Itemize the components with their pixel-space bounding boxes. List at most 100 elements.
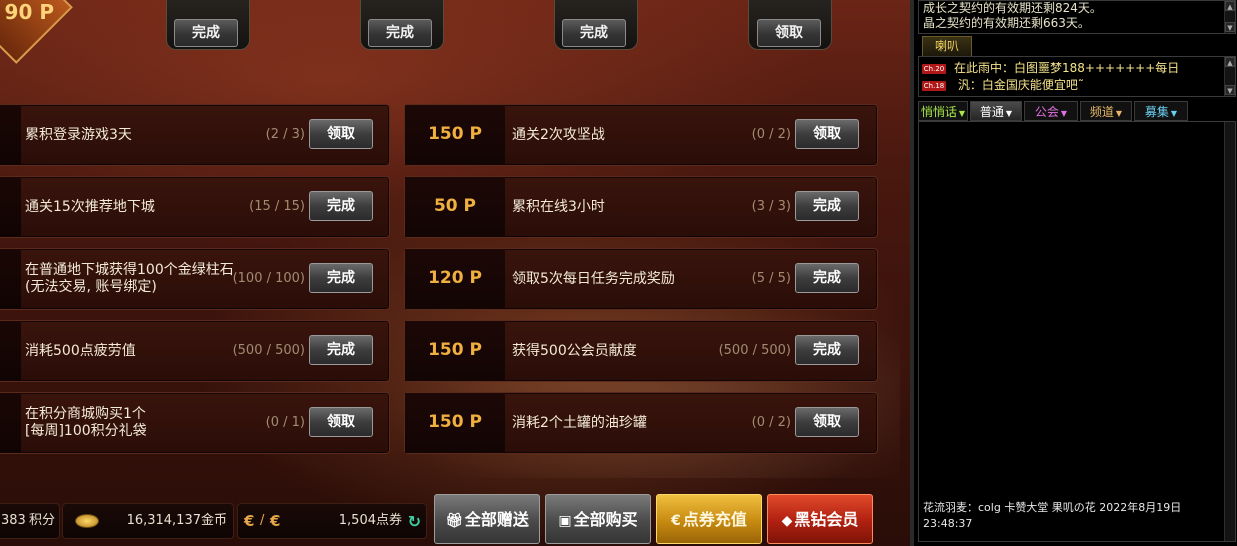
tab-guild[interactable]: 公会 ▼: [1024, 101, 1078, 121]
task-title: 累积登录游戏3天: [25, 126, 132, 143]
task-title: 消耗2个土罐的油珍罐: [512, 414, 647, 431]
recharge-button[interactable]: € 点券充值: [656, 494, 762, 544]
task-points: 50 P: [405, 177, 505, 237]
system-line: 晶之契约的有效期还剩663天。: [923, 16, 1090, 30]
tab-recruit[interactable]: 募集 ▼: [1134, 101, 1188, 121]
refresh-icon[interactable]: ↻: [408, 505, 421, 539]
task-progress: (3 / 3): [751, 199, 791, 214]
tab-label: 公会: [1034, 105, 1059, 119]
tab-speaker[interactable]: 喇叭: [922, 36, 972, 56]
ticket-icon: €: [270, 512, 281, 530]
chat-panel: 成长之契约的有效期还剩824天。 晶之契约的有效期还剩663天。 ▲ ▼ 喇叭 …: [910, 0, 1237, 546]
task-progress: (2 / 3): [265, 127, 305, 142]
recharge-label: 点券充值: [682, 510, 747, 529]
gold-value: 16,314,137金币: [126, 513, 227, 528]
chat-message: 花流羽麦：colg 卡赞大堂 果叽の花 2022年8月19日23:48:37: [923, 501, 1182, 530]
channel-badge: Ch.18: [922, 80, 946, 91]
ticket-icon: €: [244, 512, 255, 530]
task-title: 通关2次攻坚战: [512, 126, 605, 143]
points-badge: 90 P: [4, 0, 54, 24]
chat-log: 花流羽麦：colg 卡赞大堂 果叽の花 2022年8月19日23:48:37: [918, 121, 1236, 542]
task-action-button[interactable]: 完成: [309, 263, 373, 293]
task-action-button[interactable]: 领取: [795, 407, 859, 437]
game-panel: 90 P 完成 完成 完成 领取 累积登录游戏3天 (2 / 3) 领取 通关1…: [0, 0, 910, 546]
tab-whisper[interactable]: 悄悄话 ▼: [918, 101, 968, 121]
gift-icon: 🎁︎: [445, 513, 463, 529]
channel-badge: Ch.20: [922, 63, 946, 74]
task-points-cell: [0, 177, 21, 237]
scroll-up-icon[interactable]: ▲: [1225, 1, 1235, 11]
task-progress: (500 / 500): [718, 343, 791, 358]
buy-all-label: 全部购买: [573, 510, 638, 529]
speaker-scrollbar[interactable]: ▲ ▼: [1224, 57, 1235, 96]
tab-channel[interactable]: 频道 ▼: [1080, 101, 1132, 121]
task-title: 消耗500点疲劳值: [25, 342, 136, 359]
system-messages: 成长之契约的有效期还剩824天。 晶之契约的有效期还剩663天。: [918, 0, 1236, 34]
task-action-button[interactable]: 完成: [795, 263, 859, 293]
task-progress: (0 / 2): [751, 415, 791, 430]
task-title: 领取5次每日任务完成奖励: [512, 270, 675, 287]
gift-all-button[interactable]: 🎁︎ 全部赠送: [434, 494, 540, 544]
task-progress: (0 / 2): [751, 127, 791, 142]
task-row: 150 P 通关2次攻坚战 (0 / 2) 领取: [404, 104, 878, 166]
chat-tabs: 悄悄话 ▼ 普通 ▼ 公会 ▼ 频道 ▼ 募集 ▼: [918, 101, 1236, 121]
buy-all-button[interactable]: ▣ 全部购买: [545, 494, 651, 544]
task-title: 累积在线3小时: [512, 198, 605, 215]
task-title: 在积分商城购买1个 [每周]100积分礼袋: [25, 406, 147, 439]
task-action-button[interactable]: 领取: [309, 119, 373, 149]
task-points-cell: [0, 249, 21, 309]
speaker-text: 汎：白金国庆能便宜吧˜: [954, 78, 1084, 92]
caret-down-icon: ▼: [1170, 109, 1178, 118]
black-diamond-button[interactable]: ◆ 黑钻会员: [767, 494, 873, 544]
tab-label: 悄悄话: [920, 105, 957, 119]
tab-label: 普通: [979, 105, 1004, 119]
tab-normal[interactable]: 普通 ▼: [970, 101, 1022, 121]
task-title: 通关15次推荐地下城: [25, 198, 155, 215]
scroll-up-icon[interactable]: ▲: [1225, 57, 1235, 67]
caret-down-icon: ▼: [1005, 109, 1013, 118]
task-action-button[interactable]: 完成: [309, 335, 373, 365]
task-row: 在积分商城购买1个 [每周]100积分礼袋 (0 / 1) 领取: [0, 392, 390, 454]
task-action-button[interactable]: 完成: [795, 335, 859, 365]
ticket-icon: €: [671, 513, 681, 529]
system-scrollbar[interactable]: ▲ ▼: [1224, 1, 1235, 33]
cart-icon: ▣: [558, 513, 572, 529]
task-action-button[interactable]: 领取: [795, 119, 859, 149]
points-label: 积分: [29, 513, 56, 528]
task-action-button[interactable]: 领取: [309, 407, 373, 437]
task-points: 150 P: [405, 321, 505, 381]
task-row: 50 P 累积在线3小时 (3 / 3) 完成: [404, 176, 878, 238]
reward-complete-button[interactable]: 完成: [174, 19, 238, 47]
speaker-text: 在此雨中：白图噩梦188+++++++每日: [954, 61, 1180, 75]
task-progress: (15 / 15): [249, 199, 305, 214]
scroll-down-icon[interactable]: ▼: [1225, 85, 1235, 95]
task-row: 通关15次推荐地下城 (15 / 15) 完成: [0, 176, 390, 238]
black-diamond-label: 黑钻会员: [794, 510, 859, 529]
task-progress: (500 / 500): [232, 343, 305, 358]
task-action-button[interactable]: 完成: [309, 191, 373, 221]
speaker-messages: Ch.20 在此雨中：白图噩梦188+++++++每日 Ch.18 汎：白金国庆能…: [918, 56, 1236, 97]
chat-scrollbar[interactable]: [1224, 122, 1235, 541]
task-row: 累积登录游戏3天 (2 / 3) 领取: [0, 104, 390, 166]
task-row: 150 P 获得500公会员献度 (500 / 500) 完成: [404, 320, 878, 382]
reward-complete-button[interactable]: 完成: [368, 19, 432, 47]
task-points: 150 P: [405, 105, 505, 165]
coupons-value: 1,504点券: [338, 513, 402, 528]
scroll-down-icon[interactable]: ▼: [1225, 22, 1235, 32]
task-progress: (100 / 100): [232, 271, 305, 286]
task-row: 消耗500点疲劳值 (500 / 500) 完成: [0, 320, 390, 382]
reward-claim-button[interactable]: 领取: [757, 19, 821, 47]
task-title: 获得500公会员献度: [512, 342, 637, 359]
reward-complete-button[interactable]: 完成: [562, 19, 626, 47]
points-balance: 383 积分: [0, 503, 60, 539]
task-action-button[interactable]: 完成: [795, 191, 859, 221]
system-line: 成长之契约的有效期还剩824天。: [923, 1, 1102, 15]
gold-balance: 16,314,137金币: [62, 503, 234, 539]
caret-down-icon: ▼: [1115, 109, 1123, 118]
tab-label: 频道: [1089, 105, 1114, 119]
tab-label: 募集: [1144, 105, 1169, 119]
task-points-cell: [0, 393, 21, 453]
speaker-line: Ch.18 汎：白金国庆能便宜吧˜: [922, 77, 1084, 93]
diamond-icon: ◆: [781, 513, 793, 529]
task-row: 在普通地下城获得100个金绿柱石 (无法交易, 账号绑定) (100 / 100…: [0, 248, 390, 310]
